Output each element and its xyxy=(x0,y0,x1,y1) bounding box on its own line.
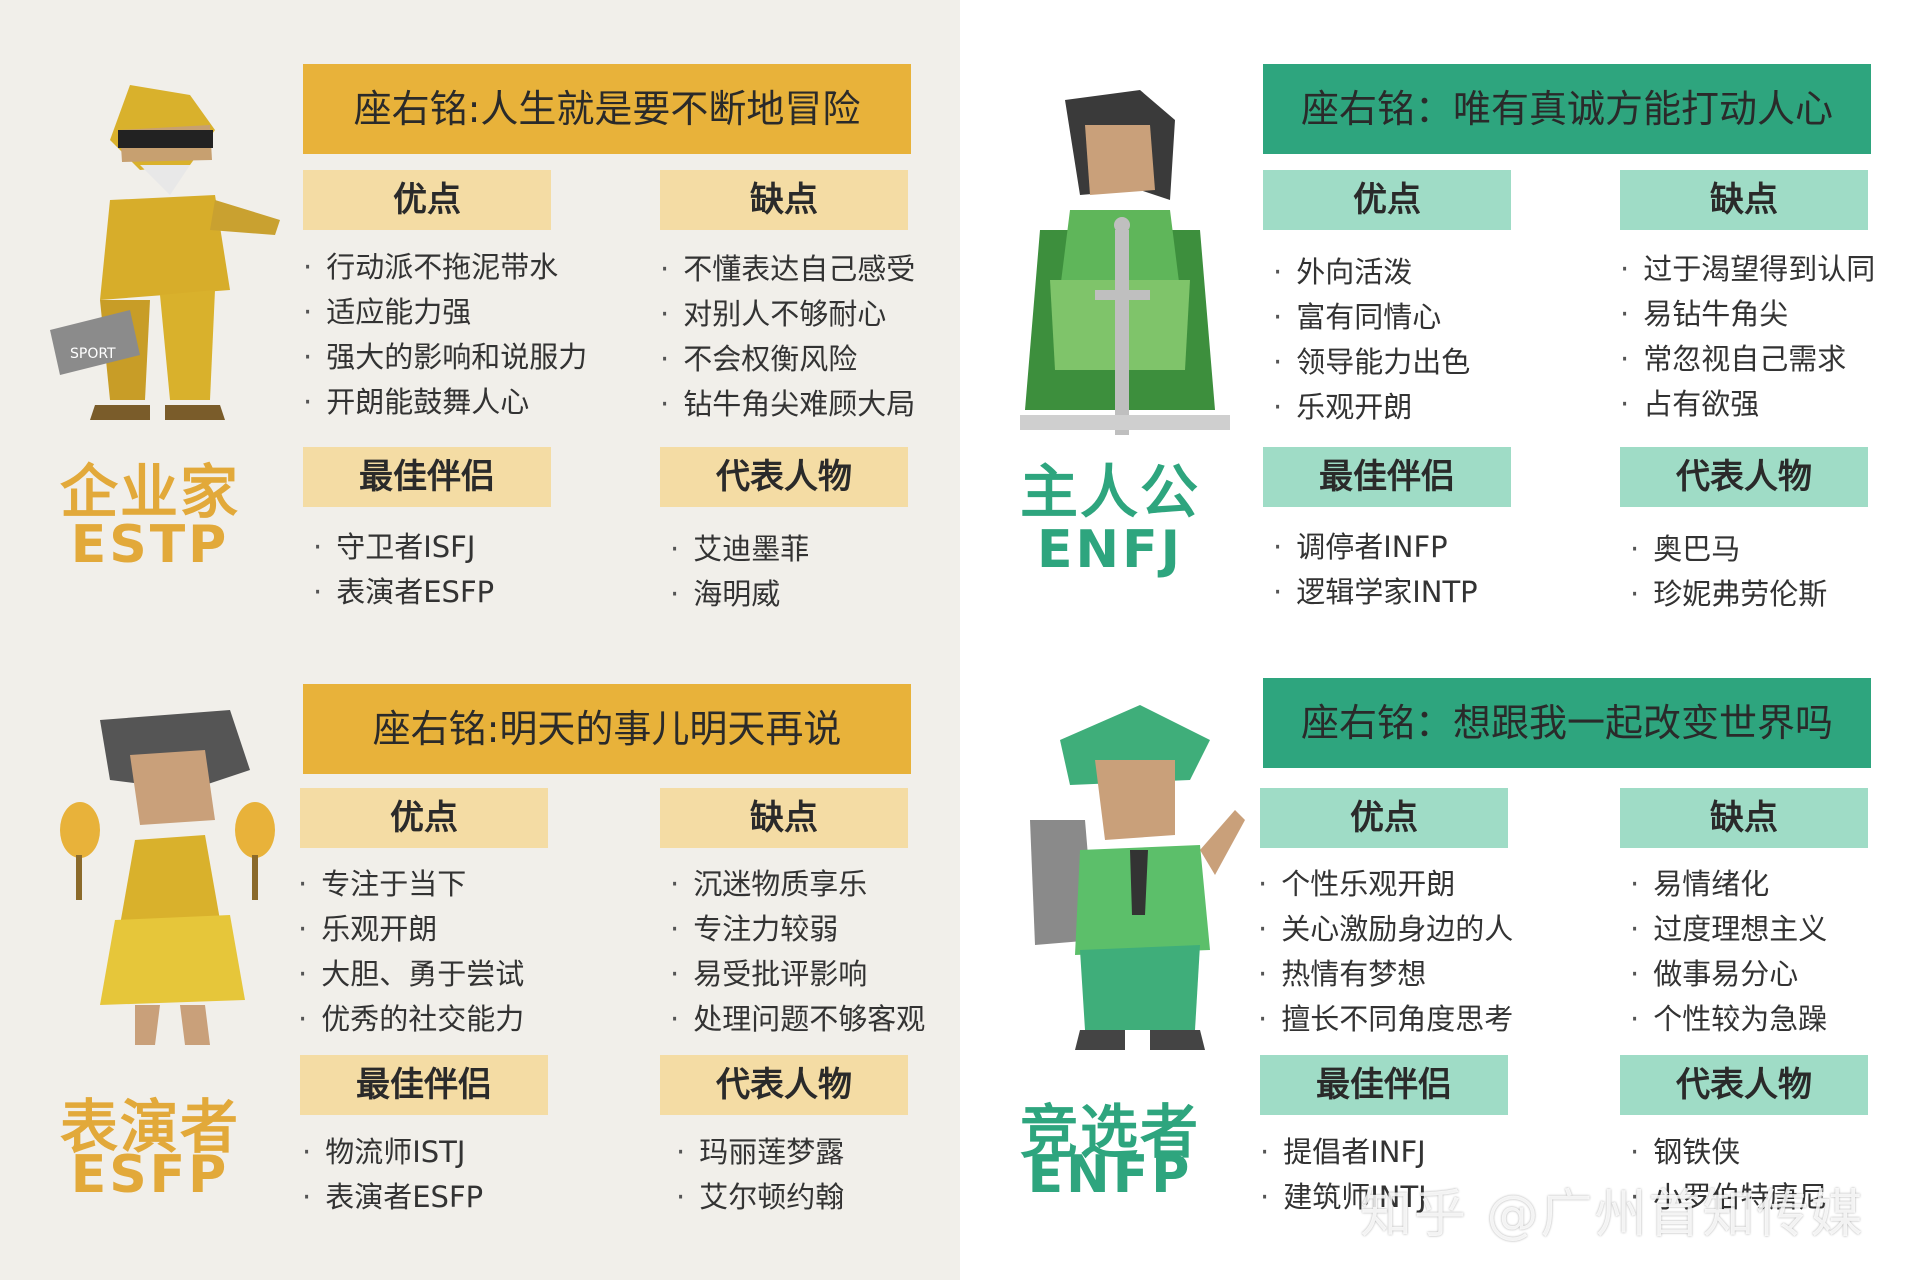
list-item: 表演者ESFP xyxy=(313,570,494,615)
list-item: 行动派不拖泥带水 xyxy=(303,245,587,290)
list-item: 大胆、勇于尝试 xyxy=(298,952,524,997)
pros-header: 优点 xyxy=(1263,170,1511,230)
pros-header: 优点 xyxy=(1260,788,1508,848)
cons-header: 缺点 xyxy=(660,788,908,848)
estp-character-illustration: SPORT xyxy=(50,85,280,420)
list-item: 逻辑学家INTP xyxy=(1273,570,1477,615)
people-list: 艾迪墨菲 海明威 xyxy=(670,527,809,617)
list-item: 提倡者INFJ xyxy=(1260,1130,1427,1175)
list-item: 表演者ESFP xyxy=(302,1175,483,1220)
people-header: 代表人物 xyxy=(1620,1055,1868,1115)
list-item: 艾尔顿约翰 xyxy=(676,1175,844,1220)
partner-header: 最佳伴侣 xyxy=(1260,1055,1508,1115)
cons-list: 沉迷物质享乐 专注力较弱 易受批评影响 处理问题不够客观 xyxy=(670,862,925,1042)
list-item: 专注力较弱 xyxy=(670,907,925,952)
enfp-character-illustration xyxy=(1030,705,1245,1050)
pros-list: 专注于当下 乐观开朗 大胆、勇于尝试 优秀的社交能力 xyxy=(298,862,524,1042)
list-item: 艾迪墨菲 xyxy=(670,527,809,572)
list-item: 钻牛角尖难顾大局 xyxy=(660,382,915,427)
list-item: 外向活泼 xyxy=(1273,250,1470,295)
enfj-character-illustration xyxy=(1020,90,1230,435)
people-header: 代表人物 xyxy=(660,447,908,507)
type-code: ESFP xyxy=(70,1145,230,1205)
list-item: 关心激励身边的人 xyxy=(1258,907,1513,952)
motto-banner: 座右铭:明天的事儿明天再说 xyxy=(303,684,911,774)
partner-header: 最佳伴侣 xyxy=(303,447,551,507)
list-item: 优秀的社交能力 xyxy=(298,997,524,1042)
type-code: ESTP xyxy=(70,515,230,575)
list-item: 守卫者ISFJ xyxy=(313,525,494,570)
list-item: 易受批评影响 xyxy=(670,952,925,997)
list-item: 不懂表达自己感受 xyxy=(660,247,915,292)
list-item: 适应能力强 xyxy=(303,290,587,335)
list-item: 热情有梦想 xyxy=(1258,952,1513,997)
people-list: 玛丽莲梦露 艾尔顿约翰 xyxy=(676,1130,844,1220)
esfp-character-illustration xyxy=(60,710,275,1045)
pros-header: 优点 xyxy=(303,170,551,230)
cons-header: 缺点 xyxy=(660,170,908,230)
type-code: ENFJ xyxy=(1037,520,1183,580)
list-item: 做事易分心 xyxy=(1630,952,1827,997)
list-item: 钢铁侠 xyxy=(1630,1130,1827,1175)
motto-banner: 座右铭：唯有真诚方能打动人心 xyxy=(1263,64,1871,154)
list-item: 乐观开朗 xyxy=(298,907,524,952)
motto-banner: 座右铭：想跟我一起改变世界吗 xyxy=(1263,678,1871,768)
pros-header: 优点 xyxy=(300,788,548,848)
list-item: 过度理想主义 xyxy=(1630,907,1827,952)
list-item: 领导能力出色 xyxy=(1273,340,1470,385)
cons-header: 缺点 xyxy=(1620,170,1868,230)
pros-list: 个性乐观开朗 关心激励身边的人 热情有梦想 擅长不同角度思考 xyxy=(1258,862,1513,1042)
card-esfp: 表演者 ESFP 座右铭:明天的事儿明天再说 优点 缺点 专注于当下 乐观开朗 … xyxy=(0,640,960,1280)
pros-list: 外向活泼 富有同情心 领导能力出色 乐观开朗 xyxy=(1273,250,1470,430)
list-item: 开朗能鼓舞人心 xyxy=(303,380,587,425)
partner-list: 调停者INFP 逻辑学家INTP xyxy=(1273,525,1478,615)
type-code: ENFP xyxy=(1027,1145,1193,1205)
list-item: 专注于当下 xyxy=(298,862,524,907)
list-item: 奥巴马 xyxy=(1630,527,1827,572)
list-item: 不会权衡风险 xyxy=(660,337,915,382)
cons-header: 缺点 xyxy=(1620,788,1868,848)
type-name: 主人公 xyxy=(1019,458,1200,526)
people-header: 代表人物 xyxy=(660,1055,908,1115)
list-item: 玛丽莲梦露 xyxy=(676,1130,844,1175)
list-item: 处理问题不够客观 xyxy=(670,997,925,1042)
list-item: 占有欲强 xyxy=(1620,382,1875,427)
watermark: 知乎 @广州首知传媒 xyxy=(1360,1185,1865,1245)
cons-list: 易情绪化 过度理想主义 做事易分心 个性较为急躁 xyxy=(1630,862,1827,1042)
partner-list: 守卫者ISFJ 表演者ESFP xyxy=(313,525,494,615)
partner-list: 物流师ISTJ 表演者ESFP xyxy=(302,1130,483,1220)
partner-header: 最佳伴侣 xyxy=(1263,447,1511,507)
card-estp: SPORT 企业家 ESTP 座右铭:人生就是要不断地冒险 优点 缺点 行动派不… xyxy=(0,0,960,640)
list-item: 强大的影响和说服力 xyxy=(303,335,587,380)
list-item: 对别人不够耐心 xyxy=(660,292,915,337)
pros-list: 行动派不拖泥带水 适应能力强 强大的影响和说服力 开朗能鼓舞人心 xyxy=(303,245,587,425)
list-item: 个性较为急躁 xyxy=(1630,997,1827,1042)
list-item: 珍妮弗劳伦斯 xyxy=(1630,572,1827,617)
list-item: 擅长不同角度思考 xyxy=(1258,997,1513,1042)
list-item: 过于渴望得到认同 xyxy=(1620,247,1875,292)
list-item: 易情绪化 xyxy=(1630,862,1827,907)
cons-list: 过于渴望得到认同 易钻牛角尖 常忽视自己需求 占有欲强 xyxy=(1620,247,1875,427)
motto-banner: 座右铭:人生就是要不断地冒险 xyxy=(303,64,911,154)
cons-list: 不懂表达自己感受 对别人不够耐心 不会权衡风险 钻牛角尖难顾大局 xyxy=(660,247,915,427)
list-item: 常忽视自己需求 xyxy=(1620,337,1875,382)
list-item: 易钻牛角尖 xyxy=(1620,292,1875,337)
list-item: 乐观开朗 xyxy=(1273,385,1470,430)
people-list: 奥巴马 珍妮弗劳伦斯 xyxy=(1630,527,1827,617)
bag-label: SPORT xyxy=(70,346,116,362)
list-item: 调停者INFP xyxy=(1273,525,1478,570)
list-item: 个性乐观开朗 xyxy=(1258,862,1513,907)
partner-header: 最佳伴侣 xyxy=(300,1055,548,1115)
list-item: 物流师ISTJ xyxy=(302,1130,483,1175)
list-item: 沉迷物质享乐 xyxy=(670,862,925,907)
list-item: 海明威 xyxy=(670,572,809,617)
people-header: 代表人物 xyxy=(1620,447,1868,507)
card-enfj: 主人公 ENFJ 座右铭：唯有真诚方能打动人心 优点 缺点 外向活泼 富有同情心… xyxy=(960,0,1920,640)
list-item: 富有同情心 xyxy=(1273,295,1470,340)
